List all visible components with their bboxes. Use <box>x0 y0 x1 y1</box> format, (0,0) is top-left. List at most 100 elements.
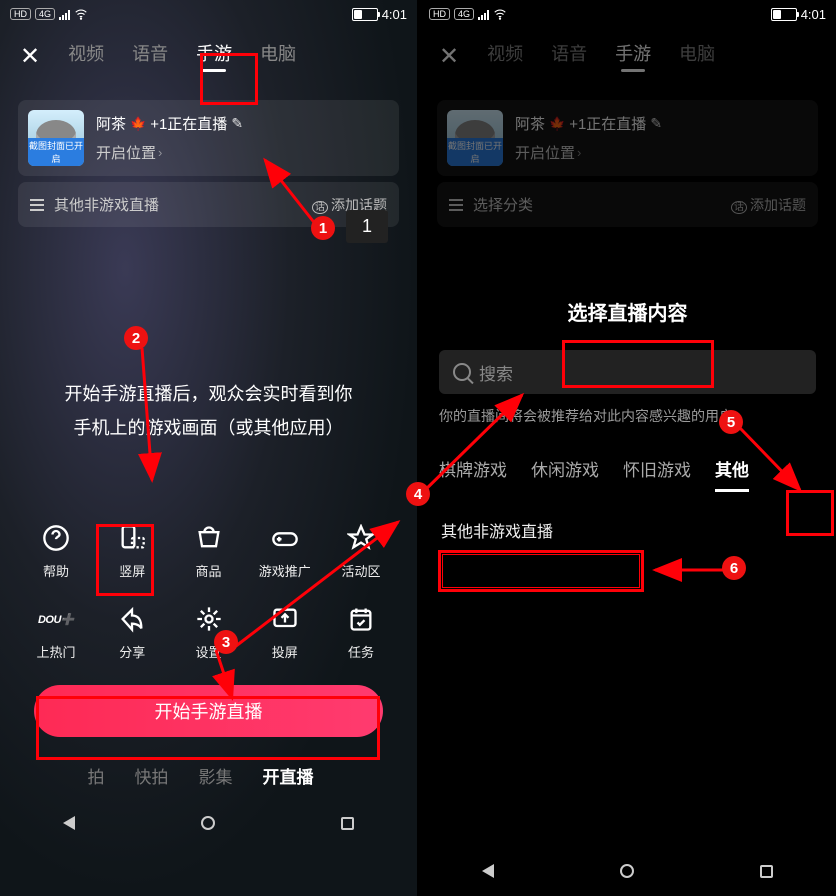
share-icon <box>117 604 147 634</box>
dou-icon: DOU➕ <box>41 604 71 634</box>
tab-video[interactable]: 视频 <box>487 40 523 72</box>
tab-pc[interactable]: 电脑 <box>260 40 296 72</box>
help-icon <box>41 523 71 553</box>
tab-video[interactable]: 视频 <box>68 40 104 72</box>
status-bar: HD 4G 4:01 <box>0 0 417 28</box>
android-nav <box>419 846 836 896</box>
open-location[interactable]: 开启位置› <box>96 142 389 163</box>
search-icon <box>453 363 471 381</box>
tool-hot[interactable]: DOU➕上热门 <box>24 604 88 661</box>
header: ✕ 视频 语音 手游 电脑 <box>419 28 836 84</box>
cat-other[interactable]: 其他 <box>715 456 749 492</box>
recommend-hint: 你的直播间将会被推荐给对此内容感兴趣的用户 <box>439 406 816 426</box>
cast-icon <box>270 604 300 634</box>
battery-icon <box>352 8 378 21</box>
category-tabs: 棋牌游戏 休闲游戏 怀旧游戏 其他 <box>419 456 836 492</box>
tool-orientation[interactable]: 竖屏 <box>100 523 164 580</box>
screen-right: HD 4G 4:01 ✕ 视频 语音 手游 电脑 截图封面已开启 <box>419 0 836 896</box>
nav-back-icon[interactable] <box>63 816 75 830</box>
stream-info-card: 截图封面已开启 阿茶🍁+1正在直播 ✎ 开启位置› <box>437 100 818 176</box>
nav-recent-icon[interactable] <box>760 865 773 878</box>
signal-icon <box>478 8 489 20</box>
category-label: 其他非游戏直播 <box>54 194 159 215</box>
wifi-icon <box>74 7 88 21</box>
calendar-icon <box>346 604 376 634</box>
category-row[interactable]: 其他非游戏直播 话添加话题 <box>18 182 399 227</box>
close-icon[interactable]: ✕ <box>439 42 459 71</box>
btab-album[interactable]: 影集 <box>199 763 233 788</box>
tool-grid: 帮助 竖屏 商品 游戏推广 活动区 DOU➕上热门 分享 设置 投屏 任务 <box>0 523 417 661</box>
tool-help[interactable]: 帮助 <box>24 523 88 580</box>
nav-back-icon[interactable] <box>482 864 494 878</box>
btab-kuaipai[interactable]: 快拍 <box>135 763 169 788</box>
start-live-button[interactable]: 开始手游直播 <box>34 685 383 737</box>
tab-mobile-game[interactable]: 手游 <box>615 40 651 72</box>
hd-badge: HD <box>10 8 31 20</box>
hd-badge: HD <box>429 8 450 20</box>
other-non-game-link[interactable]: 其他非游戏直播 <box>441 518 553 542</box>
stream-title[interactable]: 阿茶🍁+1正在直播 ✎ <box>515 113 808 134</box>
star-icon <box>346 523 376 553</box>
tool-tasks[interactable]: 任务 <box>329 604 393 661</box>
hint-text: 开始手游直播后，观众会实时看到你 手机上的游戏画面（或其他应用） <box>30 377 387 445</box>
tool-activity[interactable]: 活动区 <box>329 523 393 580</box>
bottom-tabs: 拍 快拍 影集 开直播 <box>0 745 417 798</box>
nav-home-icon[interactable] <box>620 864 634 878</box>
sheet-title: 选择直播内容 <box>419 297 836 326</box>
tab-bar: 视频 语音 手游 电脑 <box>487 40 715 72</box>
battery-icon <box>771 8 797 21</box>
portrait-icon <box>117 523 147 553</box>
android-nav <box>0 798 417 848</box>
tab-bar: 视频 语音 手游 电脑 <box>68 40 296 72</box>
add-topic[interactable]: 话添加话题 <box>731 195 806 215</box>
wifi-icon <box>493 7 507 21</box>
tab-voice[interactable]: 语音 <box>132 40 168 72</box>
chevron-right-icon: › <box>577 145 581 160</box>
search-input[interactable]: 搜索 <box>439 350 816 394</box>
tool-share[interactable]: 分享 <box>100 604 164 661</box>
avatar[interactable]: 截图封面已开启 <box>28 110 84 166</box>
category-row[interactable]: 选择分类 话添加话题 <box>437 182 818 227</box>
btab-live[interactable]: 开直播 <box>263 763 314 788</box>
tab-voice[interactable]: 语音 <box>551 40 587 72</box>
nav-recent-icon[interactable] <box>341 817 354 830</box>
list-icon <box>30 199 44 211</box>
btab-suipai[interactable]: 拍 <box>88 763 105 788</box>
edit-icon[interactable]: ✎ <box>650 115 662 132</box>
maple-icon: 🍁 <box>549 116 565 132</box>
add-topic[interactable]: 话添加话题 <box>312 195 387 215</box>
tab-mobile-game[interactable]: 手游 <box>196 40 232 72</box>
avatar-badge: 截图封面已开启 <box>28 138 84 166</box>
tool-game-promo[interactable]: 游戏推广 <box>253 523 317 580</box>
clock: 4:01 <box>382 7 407 22</box>
gamepad-icon <box>270 523 300 553</box>
list-icon <box>449 199 463 211</box>
tool-settings[interactable]: 设置 <box>177 604 241 661</box>
clock: 4:01 <box>801 7 826 22</box>
net-badge: 4G <box>454 8 474 20</box>
shop-icon <box>194 523 224 553</box>
tool-shop[interactable]: 商品 <box>177 523 241 580</box>
cat-casual[interactable]: 休闲游戏 <box>531 456 599 489</box>
signal-icon <box>59 8 70 20</box>
stream-info-card: 截图封面已开启 阿茶🍁+1正在直播 ✎ 开启位置› <box>18 100 399 176</box>
screen-left: HD 4G 4:01 ✕ 视频 语音 手游 电脑 截图封面已开启 <box>0 0 417 896</box>
tab-pc[interactable]: 电脑 <box>679 40 715 72</box>
category-label: 选择分类 <box>473 194 533 215</box>
avatar-badge: 截图封面已开启 <box>447 138 503 166</box>
cat-retro[interactable]: 怀旧游戏 <box>623 456 691 489</box>
nav-home-icon[interactable] <box>201 816 215 830</box>
net-badge: 4G <box>35 8 55 20</box>
chevron-right-icon: › <box>158 145 162 160</box>
edit-icon[interactable]: ✎ <box>231 115 243 132</box>
close-icon[interactable]: ✕ <box>20 42 40 71</box>
stream-title[interactable]: 阿茶🍁+1正在直播 ✎ <box>96 113 389 134</box>
cat-board[interactable]: 棋牌游戏 <box>439 456 507 489</box>
search-placeholder: 搜索 <box>479 360 513 385</box>
status-bar: HD 4G 4:01 <box>419 0 836 28</box>
gear-icon <box>194 604 224 634</box>
open-location[interactable]: 开启位置› <box>515 142 808 163</box>
maple-icon: 🍁 <box>130 116 146 132</box>
tool-cast[interactable]: 投屏 <box>253 604 317 661</box>
avatar[interactable]: 截图封面已开启 <box>447 110 503 166</box>
